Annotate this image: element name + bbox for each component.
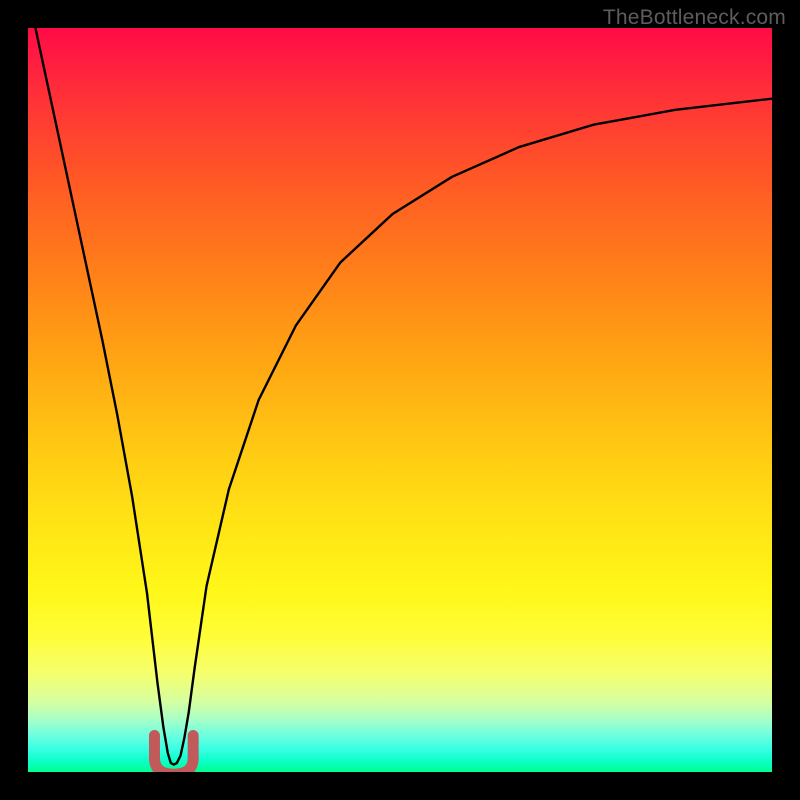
optimum-marker-icon [154, 736, 193, 772]
watermark-text: TheBottleneck.com [603, 6, 786, 30]
curve-layer [28, 28, 772, 772]
bottleneck-curve [35, 28, 772, 765]
plot-area [28, 28, 772, 772]
chart-frame: TheBottleneck.com [0, 0, 800, 800]
